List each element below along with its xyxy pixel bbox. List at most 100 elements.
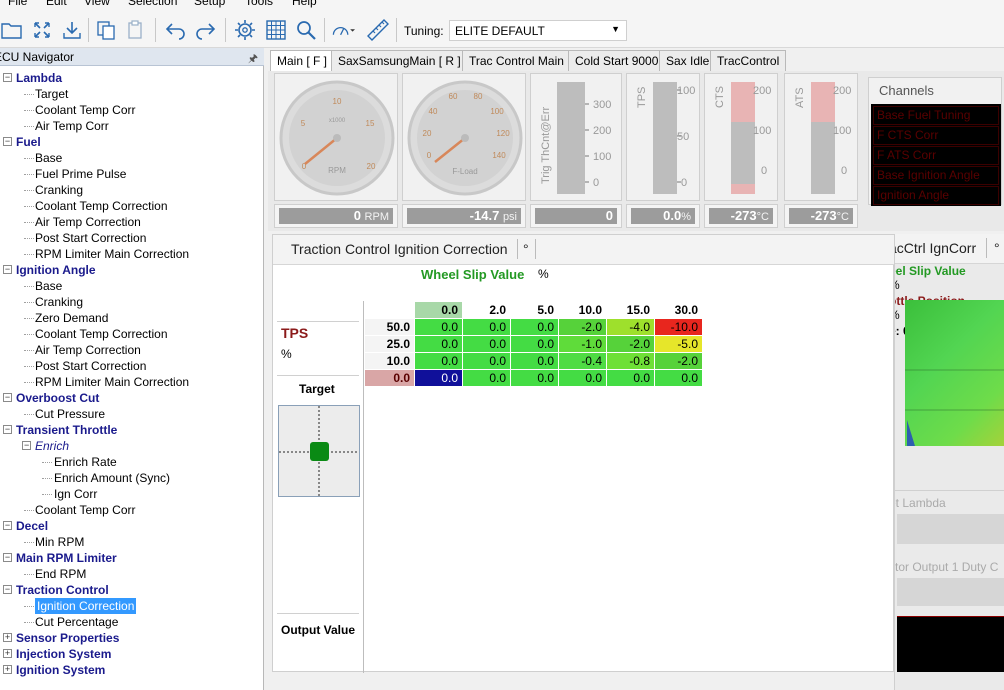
tab-trac-control-main[interactable]: Trac Control Main — [462, 50, 571, 71]
channel-item[interactable]: Ignition Angle — [873, 186, 999, 205]
undo-icon[interactable] — [163, 18, 187, 42]
map-cell[interactable]: 0.0 — [414, 335, 463, 353]
map-column-header[interactable]: 2.0 — [462, 301, 511, 319]
collapse-icon[interactable]: − — [3, 73, 12, 82]
tree-item[interactable]: Post Start Correction — [0, 230, 264, 246]
paste-icon[interactable] — [124, 18, 148, 42]
map-cell[interactable]: 0.0 — [414, 318, 463, 336]
tree-group[interactable]: − Main RPM Limiter — [0, 550, 264, 566]
menu-edit[interactable]: Edit — [46, 0, 67, 8]
tuning-select[interactable]: ELITE DEFAULT ▼ — [449, 20, 627, 41]
tree-item[interactable]: Coolant Temp Corr — [0, 102, 264, 118]
map-row-header[interactable]: 25.0 — [364, 335, 415, 353]
expand-icon[interactable]: + — [3, 633, 12, 642]
tree-item[interactable]: Enrich Rate — [0, 454, 264, 470]
ruler-icon[interactable] — [366, 18, 390, 42]
tree-item[interactable]: Target — [0, 86, 264, 102]
map-column-header[interactable]: 5.0 — [510, 301, 559, 319]
tree-item[interactable]: Coolant Temp Correction — [0, 326, 264, 342]
tab-main[interactable]: Main [ F ] — [270, 50, 335, 72]
tree-subgroup[interactable]: − Enrich — [0, 438, 264, 454]
expand-icon[interactable]: + — [3, 649, 12, 658]
tree-group[interactable]: − Fuel — [0, 134, 264, 150]
menu-selection[interactable]: Selection — [128, 0, 177, 8]
menu-help[interactable]: Help — [292, 0, 317, 8]
map-row-header[interactable]: 0.0 — [364, 369, 415, 387]
map-cell[interactable]: 0.0 — [510, 335, 559, 353]
tree-item[interactable]: Cranking — [0, 182, 264, 198]
tree-item[interactable]: Ign Corr — [0, 486, 264, 502]
gauge-icon[interactable] — [331, 18, 355, 42]
map-cell[interactable]: -1.0 — [558, 335, 607, 353]
map-cell[interactable]: 0.0 — [462, 369, 511, 387]
channel-item[interactable]: Base Ignition Angle — [873, 166, 999, 185]
tree-group[interactable]: − Traction Control — [0, 582, 264, 598]
editor-tab-title[interactable]: Traction Control Ignition Correction — [291, 241, 508, 257]
expand-icon[interactable]: + — [3, 665, 12, 674]
tree-item[interactable]: Post Start Correction — [0, 358, 264, 374]
tab-cold-start[interactable]: Cold Start 9000 — [568, 50, 666, 71]
map-cell[interactable]: -0.8 — [606, 352, 655, 370]
right-tab-degree[interactable]: ° — [994, 240, 1000, 256]
redo-icon[interactable] — [194, 18, 218, 42]
map-cell[interactable]: 0.0 — [414, 352, 463, 370]
channel-item[interactable]: F ATS Corr — [873, 146, 999, 165]
map-cell[interactable]: 0.0 — [510, 352, 559, 370]
map-row-header[interactable]: 50.0 — [364, 318, 415, 336]
tab-sax-idle[interactable]: Sax Idle — [659, 50, 717, 71]
menu-setup[interactable]: Setup — [194, 0, 225, 8]
tree-group[interactable]: − Transient Throttle — [0, 422, 264, 438]
grid-icon[interactable] — [264, 18, 288, 42]
collapse-icon[interactable]: − — [3, 265, 12, 274]
map-column-header[interactable]: 10.0 — [558, 301, 607, 319]
gear-icon[interactable] — [233, 18, 257, 42]
map-cell[interactable]: -2.0 — [606, 335, 655, 353]
collapse-icon[interactable]: − — [3, 553, 12, 562]
open-folder-icon[interactable] — [0, 18, 24, 42]
tree-item[interactable]: Base — [0, 150, 264, 166]
map-cell[interactable]: 0.0 — [654, 369, 703, 387]
tab-saxsamsungmain[interactable]: SaxSamsungMain [ R ] — [331, 50, 468, 71]
tree-item[interactable]: Base — [0, 278, 264, 294]
tree-item[interactable]: Min RPM — [0, 534, 264, 550]
map-cell[interactable]: -5.0 — [654, 335, 703, 353]
tree-item[interactable]: RPM Limiter Main Correction — [0, 374, 264, 390]
tree-item-selected[interactable]: Ignition Correction — [0, 598, 264, 614]
download-icon[interactable] — [60, 18, 84, 42]
map-cell[interactable]: 0.0 — [606, 369, 655, 387]
tab-traccontrol[interactable]: TracControl — [710, 50, 787, 71]
tree-group[interactable]: − Overboost Cut — [0, 390, 264, 406]
tree-group[interactable]: − Lambda — [0, 70, 264, 86]
collapse-icon[interactable]: − — [3, 425, 12, 434]
collapse-icon[interactable]: − — [3, 521, 12, 530]
collapse-icon[interactable]: − — [3, 137, 12, 146]
tree-item[interactable]: Coolant Temp Corr — [0, 502, 264, 518]
tree-item[interactable]: Enrich Amount (Sync) — [0, 470, 264, 486]
map-cell[interactable]: 0.0 — [558, 369, 607, 387]
map-cell[interactable]: 0.0 — [462, 352, 511, 370]
collapse-icon[interactable]: − — [3, 585, 12, 594]
map-cell[interactable]: 0.0 — [510, 369, 559, 387]
tree-item[interactable]: Zero Demand — [0, 310, 264, 326]
tree-item[interactable]: Coolant Temp Correction — [0, 198, 264, 214]
map-column-header[interactable]: 0.0 — [414, 301, 463, 319]
channel-item[interactable]: Base Fuel Tuning — [873, 106, 999, 125]
tree-item[interactable]: RPM Limiter Main Correction — [0, 246, 264, 262]
target-position-box[interactable] — [278, 405, 360, 497]
map-column-header[interactable]: 15.0 — [606, 301, 655, 319]
collapse-icon[interactable]: − — [3, 393, 12, 402]
map-cell[interactable]: -2.0 — [558, 318, 607, 336]
map-row-header[interactable]: 10.0 — [364, 352, 415, 370]
copy-icon[interactable] — [94, 18, 118, 42]
map-cell-selected[interactable]: 0.0 — [414, 369, 463, 387]
tree-item[interactable]: Air Temp Corr — [0, 118, 264, 134]
menu-file[interactable]: File — [8, 0, 27, 8]
tree-group[interactable]: + Ignition System — [0, 662, 264, 678]
channel-item[interactable]: F CTS Corr — [873, 126, 999, 145]
tree-group[interactable]: + Injection System — [0, 646, 264, 662]
tree-group[interactable]: − Decel — [0, 518, 264, 534]
collapse-icon[interactable]: − — [22, 441, 31, 450]
map-column-header[interactable]: 30.0 — [654, 301, 703, 319]
tree-item[interactable]: End RPM — [0, 566, 264, 582]
pin-icon[interactable]: 🖈 — [248, 50, 258, 69]
